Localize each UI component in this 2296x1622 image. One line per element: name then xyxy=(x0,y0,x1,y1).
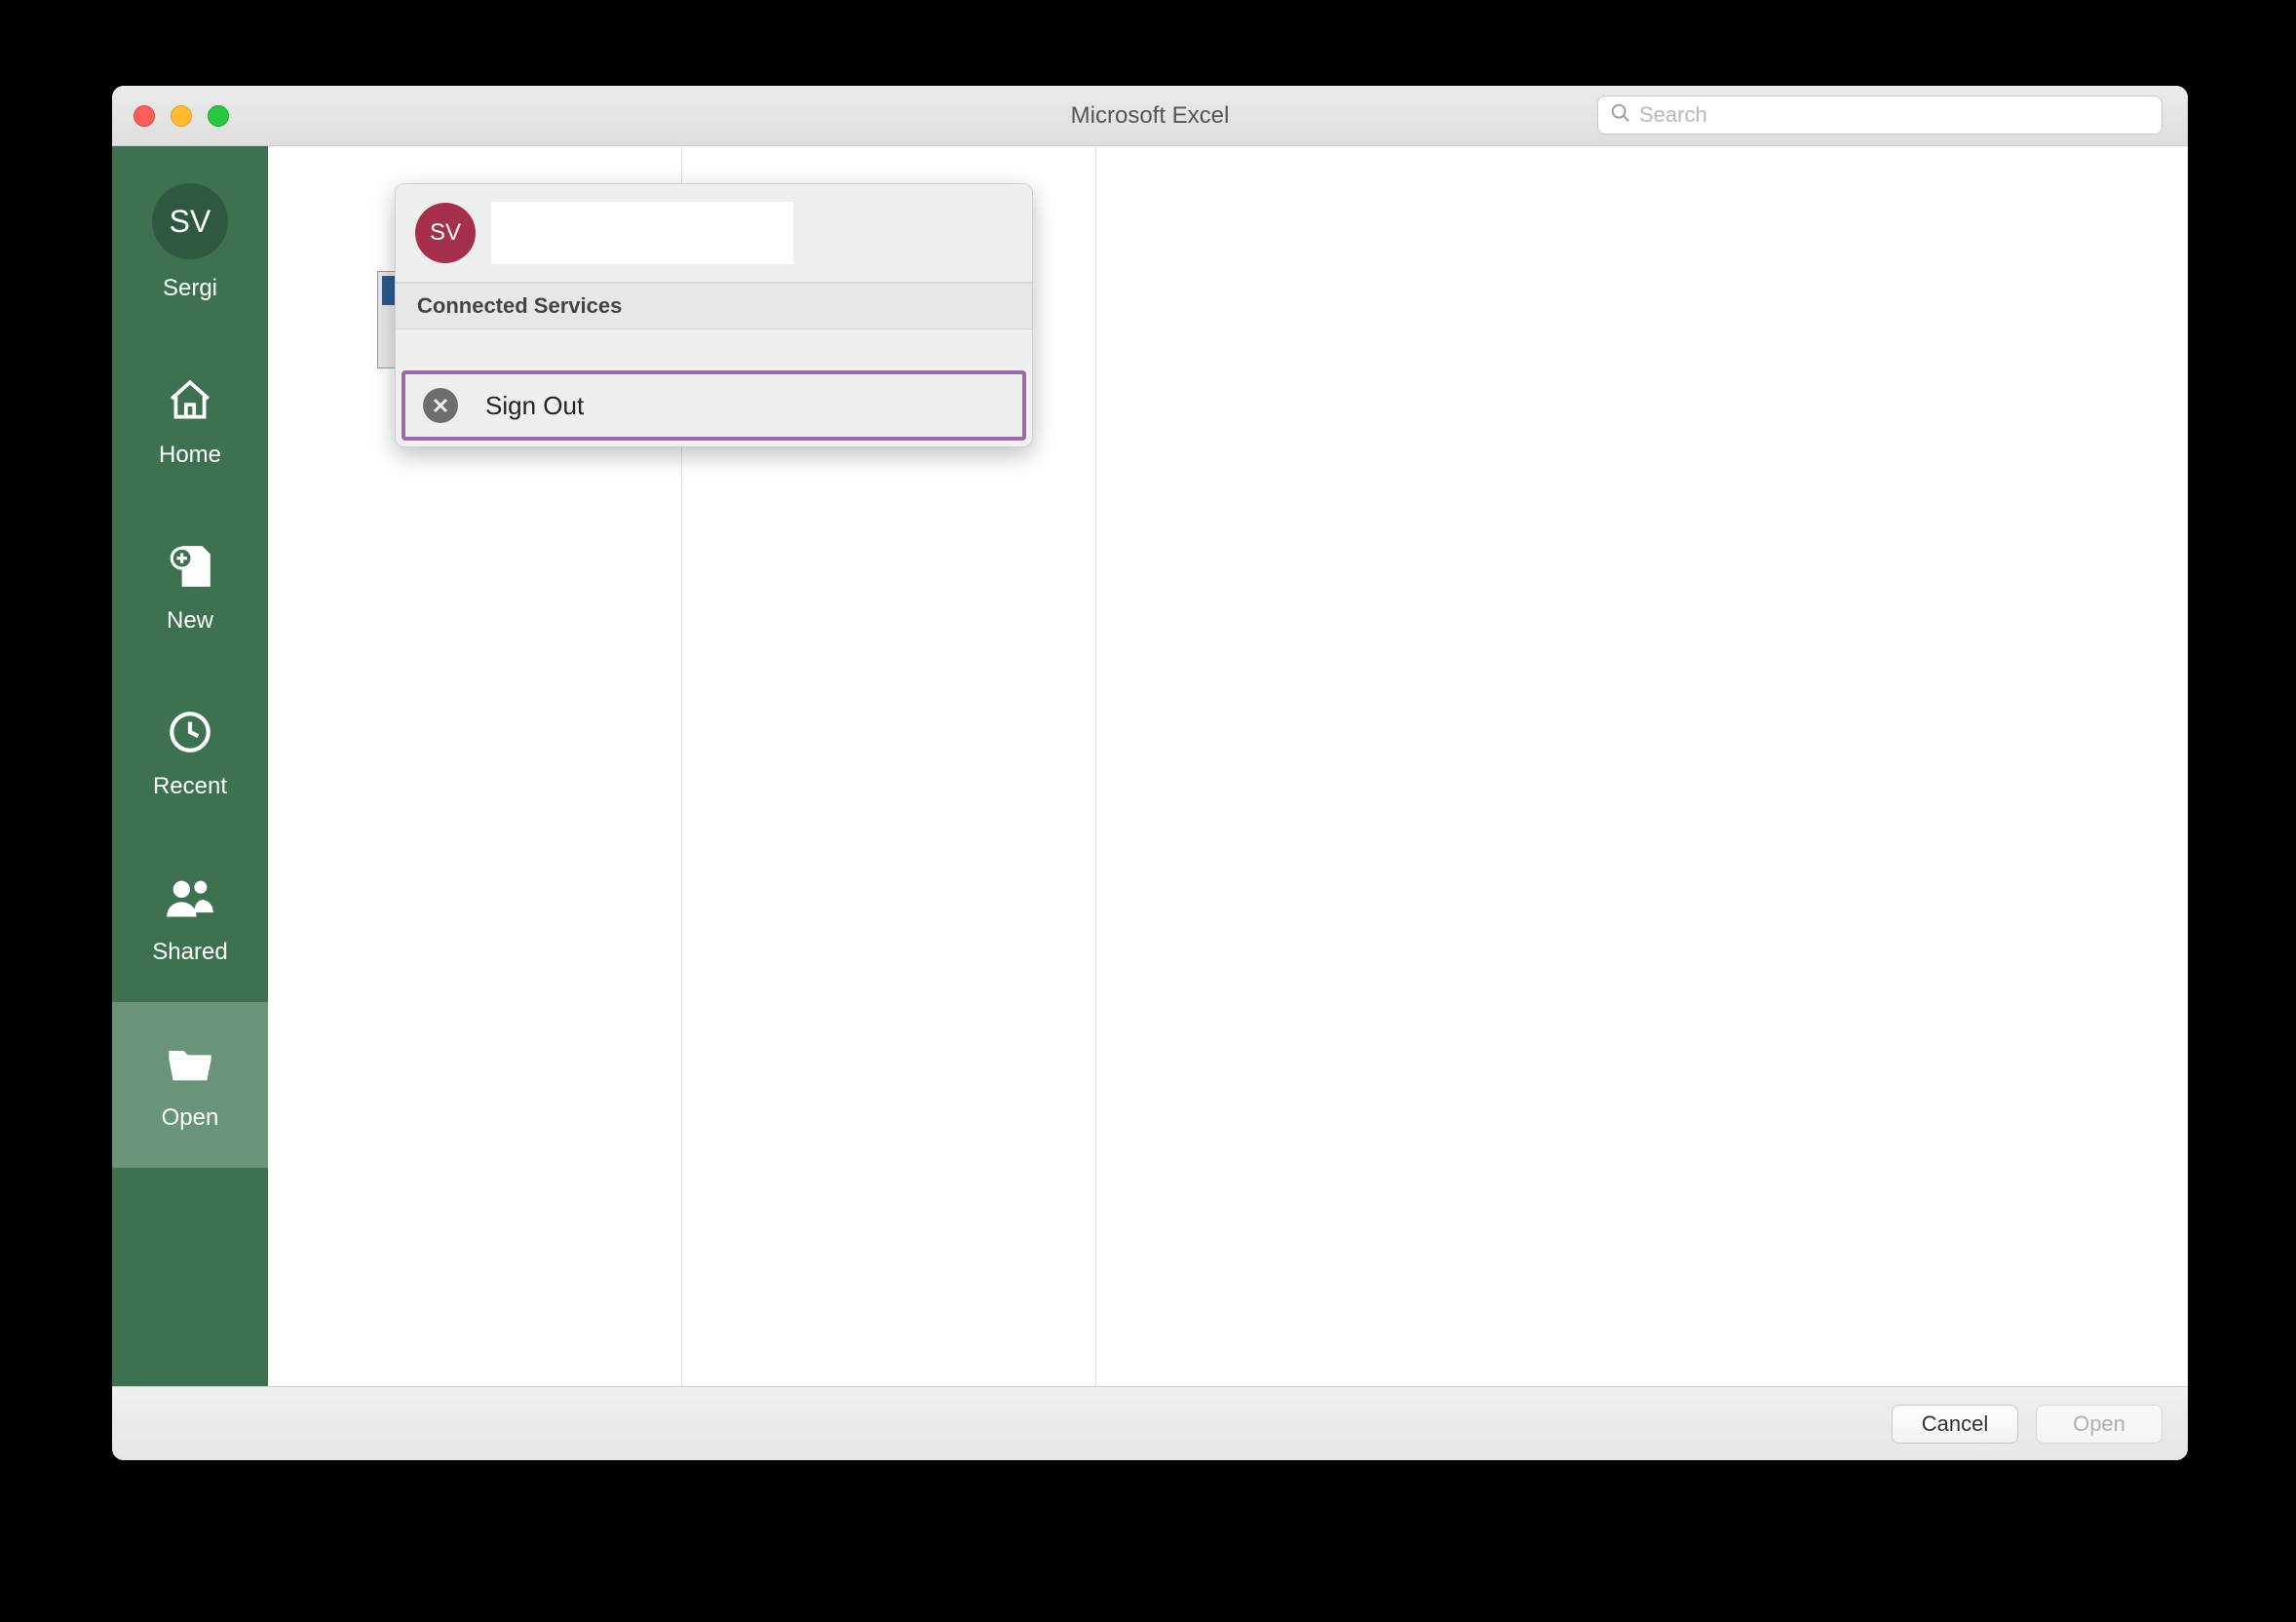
folder-open-icon xyxy=(165,1038,215,1089)
sidebar-item-recent[interactable]: Recent xyxy=(112,671,268,836)
search-icon xyxy=(1610,102,1639,129)
user-name-label: Sergi xyxy=(163,275,217,302)
sidebar-user[interactable]: SV Sergi xyxy=(112,146,268,339)
new-document-icon xyxy=(165,541,215,592)
sidebar-item-new[interactable]: New xyxy=(112,505,268,671)
window-zoom-button[interactable] xyxy=(208,105,229,127)
sidebar-item-open[interactable]: Open xyxy=(112,1002,268,1168)
footer: Cancel Open xyxy=(112,1386,2188,1460)
search-input[interactable] xyxy=(1639,102,2150,128)
window-minimize-button[interactable] xyxy=(171,105,192,127)
people-icon xyxy=(165,872,215,923)
account-popover: SV Connected Services Sign Out xyxy=(395,183,1033,447)
sign-out-button[interactable]: Sign Out xyxy=(402,370,1026,441)
window-close-button[interactable] xyxy=(134,105,155,127)
app-title: Microsoft Excel xyxy=(1071,102,1230,130)
home-icon xyxy=(165,375,215,426)
search-field-wrap[interactable] xyxy=(1597,96,2162,135)
sidebar-item-label: New xyxy=(167,607,213,635)
titlebar: Microsoft Excel xyxy=(112,86,2188,146)
app-window: Microsoft Excel SV Sergi xyxy=(112,86,2188,1460)
account-avatar: SV xyxy=(415,203,476,263)
sidebar-item-label: Recent xyxy=(153,773,227,800)
sidebar-item-label: Home xyxy=(159,442,221,469)
window-controls xyxy=(134,105,229,127)
sidebar: SV Sergi Home xyxy=(112,146,268,1386)
user-avatar: SV xyxy=(152,183,228,259)
sidebar-item-label: Shared xyxy=(152,939,227,966)
clock-icon xyxy=(165,707,215,757)
open-button: Open xyxy=(2036,1405,2162,1444)
preview-panel xyxy=(1096,146,2188,1386)
sidebar-item-label: Open xyxy=(162,1104,219,1132)
cancel-button[interactable]: Cancel xyxy=(1892,1405,2018,1444)
account-popover-header: SV xyxy=(396,184,1032,283)
sidebar-item-home[interactable]: Home xyxy=(112,339,268,505)
connected-services-empty xyxy=(396,329,1032,365)
sidebar-item-shared[interactable]: Shared xyxy=(112,836,268,1002)
close-circle-icon xyxy=(423,388,458,423)
account-name-redacted xyxy=(491,202,793,264)
connected-services-heading: Connected Services xyxy=(396,283,1032,329)
sign-out-label: Sign Out xyxy=(485,391,584,421)
